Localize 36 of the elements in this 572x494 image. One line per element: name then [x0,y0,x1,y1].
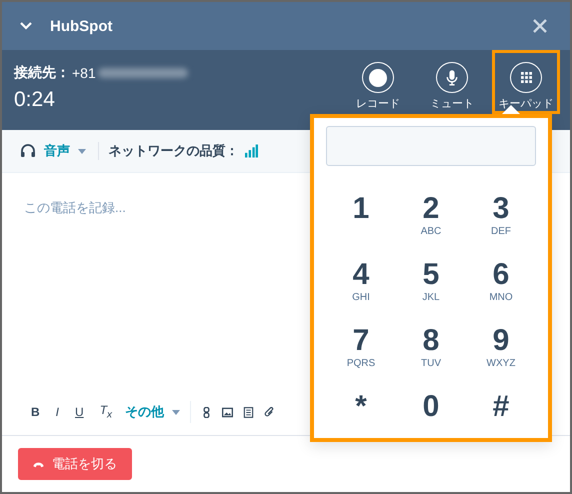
italic-button[interactable]: I [52,405,62,419]
headset-icon [20,143,36,159]
clear-button[interactable]: T$_{x}$ [96,403,116,421]
phone-number: +81 [72,65,96,81]
record-button[interactable]: レコード [344,50,412,114]
keypad-key[interactable]: 4 GHI [326,250,396,316]
call-timer: 0:24 [14,88,56,112]
paperclip-icon[interactable] [264,406,275,418]
signal-icon [244,144,258,158]
underline-button[interactable]: U [72,405,87,419]
keypad-key[interactable]: 9 WXYZ [466,316,536,382]
connected-label: 接続先： [14,64,70,82]
mute-button[interactable]: ミュート [418,50,486,114]
keypad-key[interactable]: 7 PQRS [326,316,396,382]
close-icon[interactable] [533,19,547,33]
caret-icon [172,410,180,416]
network-quality-label: ネットワークの品質： [108,142,239,160]
dial-input-field[interactable] [326,126,536,166]
microphone-icon [446,70,458,86]
window-title: HubSpot [50,18,112,34]
collapse-icon[interactable] [20,22,32,30]
record-icon [368,68,388,88]
keypad-key[interactable]: 1 [326,184,396,250]
image-icon[interactable] [222,406,233,418]
keypad-key[interactable]: 2 ABC [396,184,466,250]
bold-button[interactable]: B [28,405,43,419]
document-icon[interactable] [242,406,254,418]
caret-icon [78,149,86,154]
link-icon[interactable] [200,406,212,418]
keypad-key[interactable]: 8 TUV [396,316,466,382]
keypad-key[interactable]: 5 JKL [396,250,466,316]
keypad-icon [520,72,532,83]
keypad-key[interactable]: 3 DEF [466,184,536,250]
more-dropdown[interactable]: その他 [125,403,180,421]
keypad-key[interactable]: 6 MNO [466,250,536,316]
phone-icon [33,460,44,468]
